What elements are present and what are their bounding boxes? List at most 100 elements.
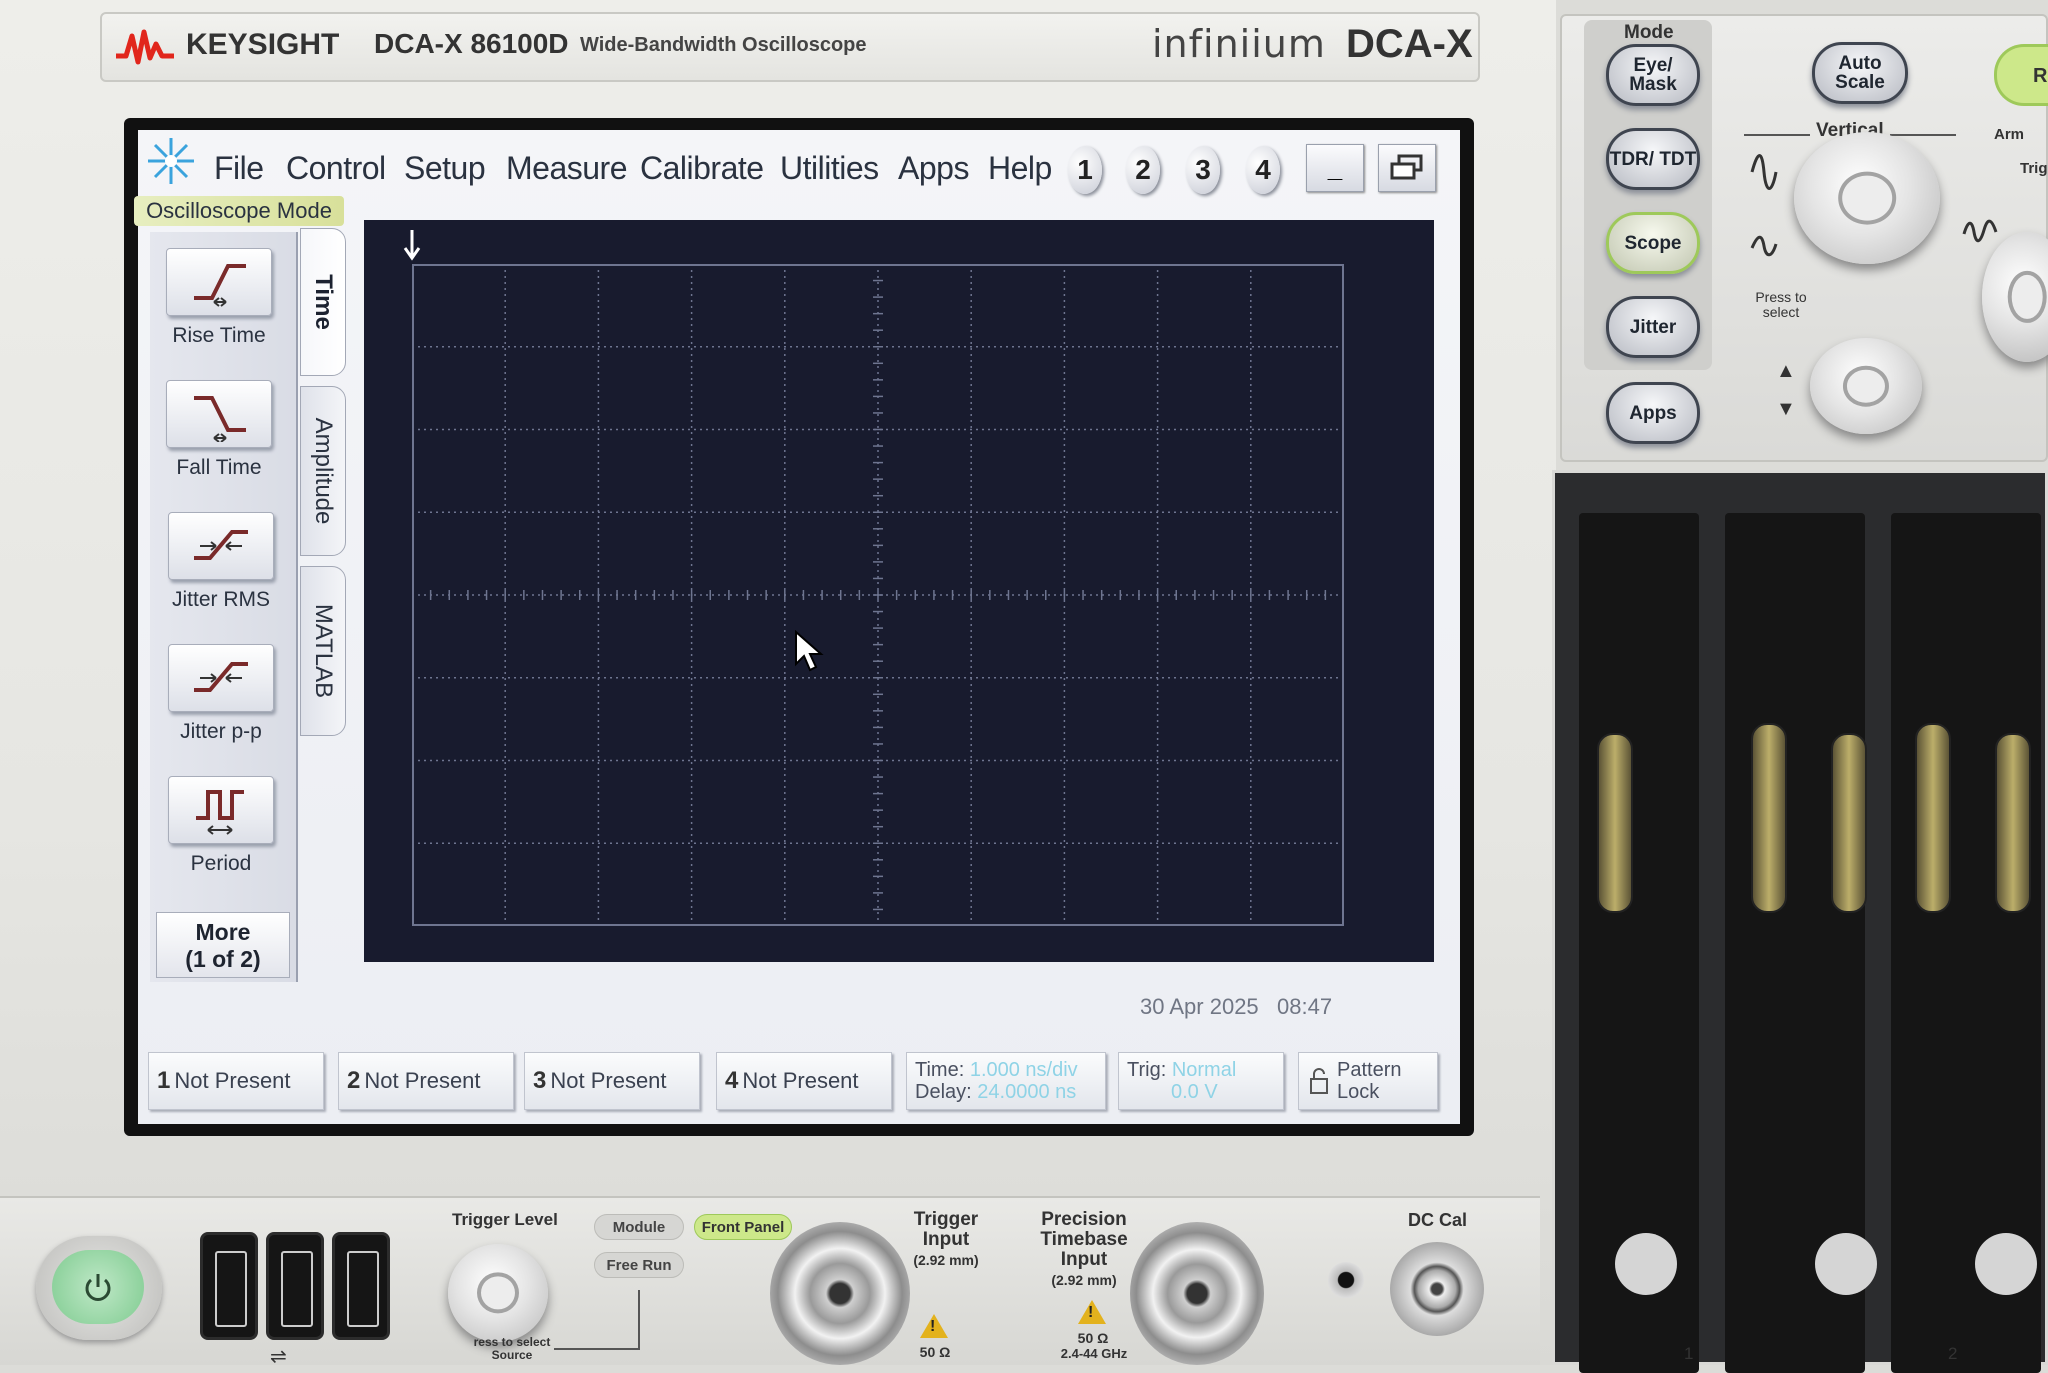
timestamp: 30 Apr 2025 08:47 — [1140, 994, 1332, 1020]
press-select-source-label: ress to select Source — [473, 1335, 551, 1362]
channel-4-status: Not Present — [742, 1068, 859, 1093]
trigger-button[interactable]: Trig: Normal 0.0 V — [1118, 1052, 1284, 1110]
press-to-select-label: Press to select — [1755, 289, 1807, 320]
menu-apps[interactable]: Apps — [898, 150, 969, 187]
auto-scale-button[interactable]: Auto Scale — [1812, 42, 1908, 104]
eye-mask-mode-button[interactable]: Eye/ Mask — [1606, 44, 1700, 106]
trigger-source-front-panel-button[interactable]: Front Panel — [694, 1214, 792, 1240]
mouse-cursor-icon — [795, 630, 824, 672]
channel-2-status-button[interactable]: 2 Not Present — [338, 1052, 514, 1110]
menu-utilities[interactable]: Utilities — [780, 150, 879, 187]
jitter-pp-label: Jitter p-p — [180, 720, 262, 743]
warning-icon: ! — [1078, 1300, 1106, 1324]
fall-time-measurement[interactable]: Fall Time — [154, 380, 284, 480]
restore-button[interactable] — [1378, 144, 1436, 192]
jitter-pp-measurement[interactable]: Jitter p-p — [156, 644, 286, 744]
header-band: KEYSIGHT DCA-X 86100D Wide-Bandwidth Osc… — [100, 12, 1480, 82]
trigger-marker-icon — [403, 230, 421, 261]
menu-help[interactable]: Help — [988, 150, 1052, 187]
module-latch[interactable] — [1815, 1233, 1877, 1295]
precision-timebase-impedance: 50 Ω — [1077, 1330, 1109, 1346]
trigger-label: Trig: — [1127, 1059, 1167, 1081]
channel-2-number: 2 — [347, 1067, 361, 1094]
rise-time-icon — [166, 248, 272, 316]
power-icon — [52, 1250, 144, 1324]
lock-icon — [1310, 1068, 1328, 1094]
brand-name: KEYSIGHT — [186, 28, 340, 61]
timebase-button[interactable]: Time: 1.000 ns/div Delay: 24.0000 ns — [906, 1052, 1106, 1110]
power-button[interactable] — [36, 1236, 162, 1340]
minimize-button[interactable]: _ — [1306, 144, 1364, 192]
period-icon — [168, 776, 274, 844]
pattern-label: Pattern — [1337, 1059, 1402, 1081]
usb-port-2[interactable] — [266, 1232, 324, 1340]
trigger-source-module-button[interactable]: Module — [594, 1214, 684, 1240]
bay-number-2: 2 — [1948, 1344, 1958, 1363]
graticule-grid — [412, 264, 1344, 926]
jitter-rms-measurement[interactable]: Jitter RMS — [156, 512, 286, 612]
module-latch[interactable] — [1975, 1233, 2037, 1295]
rise-time-measurement[interactable]: Rise Time — [154, 248, 284, 348]
menu-calibrate[interactable]: Calibrate — [640, 150, 764, 187]
pattern-lock-button[interactable]: Pattern Lock — [1298, 1052, 1438, 1110]
restore-window-icon — [1390, 154, 1423, 180]
jitter-mode-button[interactable]: Jitter — [1606, 296, 1700, 358]
delay-value: 24.0000 ns — [977, 1081, 1077, 1103]
mode-group-title: Mode — [1624, 22, 1674, 43]
module-connector — [1995, 733, 2031, 913]
menu-measure[interactable]: Measure — [506, 150, 628, 187]
menu-control[interactable]: Control — [286, 150, 386, 187]
trigger-mode: Normal — [1171, 1059, 1237, 1081]
scope-mode-button[interactable]: Scope — [1606, 212, 1700, 274]
lock-label: Lock — [1337, 1081, 1380, 1103]
channel-2-button[interactable]: 2 — [1126, 146, 1160, 194]
ground-terminal[interactable] — [1328, 1262, 1364, 1298]
precision-timebase-connector[interactable] — [1130, 1222, 1264, 1365]
run-stop-button[interactable]: R — [1994, 44, 2048, 106]
tdr-tdt-mode-button[interactable]: TDR/ TDT — [1606, 128, 1700, 190]
tab-time[interactable]: Time — [300, 228, 346, 376]
trigger-level-knob[interactable] — [448, 1244, 548, 1342]
trigger-input-connector[interactable] — [770, 1222, 910, 1365]
up-down-arrows-icon: ▲ ▼ — [1776, 360, 1796, 420]
channel-1-status-button[interactable]: 1 Not Present — [148, 1052, 324, 1110]
more-page-label: (1 of 2) — [185, 946, 261, 972]
tab-amplitude[interactable]: Amplitude — [300, 386, 346, 556]
period-measurement[interactable]: Period — [156, 776, 286, 876]
menu-file[interactable]: File — [214, 150, 264, 187]
vertical-offset-knob[interactable] — [1810, 338, 1922, 434]
agilent-spark-icon — [148, 138, 194, 184]
bay-number-1: 1 — [1684, 1344, 1694, 1363]
module-latch[interactable] — [1615, 1233, 1677, 1295]
vertical-scale-knob[interactable] — [1794, 132, 1940, 264]
module-bay — [1552, 470, 2048, 1373]
menu-setup[interactable]: Setup — [404, 150, 486, 187]
model-subtitle: Wide-Bandwidth Oscilloscope — [580, 34, 867, 56]
channel-3-status-button[interactable]: 3 Not Present — [524, 1052, 700, 1110]
precision-timebase-spec: (2.92 mm) — [1051, 1272, 1117, 1288]
product-name: DCA-X — [1346, 22, 1473, 66]
trigger-input-impedance: 50 Ω — [919, 1344, 951, 1360]
channel-4-button[interactable]: 4 — [1246, 146, 1280, 194]
channel-3-button[interactable]: 3 — [1186, 146, 1220, 194]
tab-matlab[interactable]: MATLAB — [300, 566, 346, 736]
channel-4-status-button[interactable]: 4 Not Present — [716, 1052, 892, 1110]
trigger-source-free-run-button[interactable]: Free Run — [594, 1252, 684, 1278]
apps-mode-button[interactable]: Apps — [1606, 382, 1700, 444]
trig-label: Trig — [2020, 160, 2048, 177]
time-per-div: 1.000 ns/div — [969, 1059, 1078, 1081]
channel-1-button[interactable]: 1 — [1068, 146, 1102, 194]
usb-port-3[interactable] — [332, 1232, 390, 1340]
more-button[interactable]: More (1 of 2) — [156, 912, 290, 978]
vertical-scale-icon — [1750, 154, 1778, 190]
module-connector — [1751, 723, 1787, 913]
usb-port-1[interactable] — [200, 1232, 258, 1340]
arm-label: Arm — [1994, 126, 2025, 143]
precision-timebase-title: Precision Timebase Input — [1040, 1209, 1128, 1270]
jitter-pp-icon — [168, 644, 274, 712]
tab-time-label: Time — [310, 274, 337, 330]
date-value: 30 Apr 2025 — [1140, 994, 1259, 1019]
precision-timebase-range: 2.4-44 GHz — [1060, 1346, 1128, 1361]
dc-cal-bnc-connector[interactable] — [1390, 1242, 1484, 1336]
keysight-logo-icon — [116, 29, 174, 65]
